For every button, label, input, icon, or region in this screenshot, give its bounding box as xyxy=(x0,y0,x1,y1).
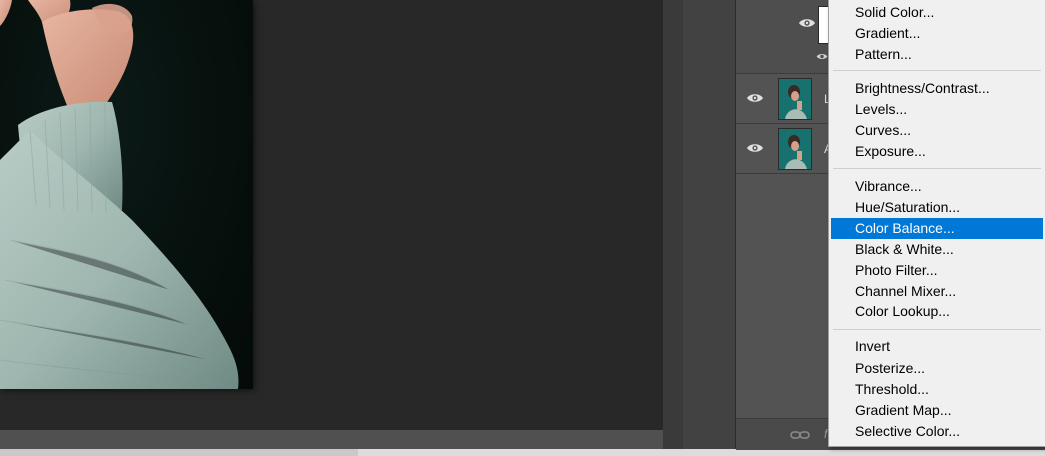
menu-item-pattern[interactable]: Pattern... xyxy=(831,44,1043,65)
menu-item-invert[interactable]: Invert xyxy=(831,336,1043,357)
menu-item-curves[interactable]: Curves... xyxy=(831,120,1043,141)
menu-item-hue-saturation[interactable]: Hue/Saturation... xyxy=(831,197,1043,218)
canvas-photo xyxy=(0,0,253,389)
menu-item-exposure[interactable]: Exposure... xyxy=(831,141,1043,162)
menu-item-gradient-map[interactable]: Gradient Map... xyxy=(831,400,1043,421)
eye-icon[interactable] xyxy=(816,52,828,61)
fx-icon[interactable]: f xyxy=(824,427,827,441)
menu-item-levels[interactable]: Levels... xyxy=(831,99,1043,120)
status-strip-segment xyxy=(0,449,358,456)
menu-item-color-lookup[interactable]: Color Lookup... xyxy=(831,301,1043,322)
eye-icon[interactable] xyxy=(746,92,764,104)
eye-icon[interactable] xyxy=(798,17,816,29)
vertical-scrollbar[interactable] xyxy=(663,0,683,449)
document-canvas[interactable] xyxy=(0,0,663,430)
adjustment-layer-menu: Solid Color... Gradient... Pattern... Br… xyxy=(828,0,1045,447)
link-layers-icon[interactable] xyxy=(790,428,810,440)
menu-separator xyxy=(833,70,1041,71)
panel-dock-gap xyxy=(683,0,736,449)
layer-thumbnail[interactable] xyxy=(778,128,812,170)
menu-item-brightness-contrast[interactable]: Brightness/Contrast... xyxy=(831,78,1043,99)
menu-item-vibrance[interactable]: Vibrance... xyxy=(831,176,1043,197)
eye-icon[interactable] xyxy=(746,142,764,154)
status-strip xyxy=(0,449,1045,456)
menu-item-posterize[interactable]: Posterize... xyxy=(831,358,1043,379)
menu-item-color-balance[interactable]: Color Balance... xyxy=(831,218,1043,239)
menu-item-solid-color[interactable]: Solid Color... xyxy=(831,2,1043,23)
menu-separator xyxy=(833,329,1041,330)
menu-item-threshold[interactable]: Threshold... xyxy=(831,379,1043,400)
layer-thumbnail[interactable] xyxy=(778,78,812,120)
photo-artwork xyxy=(0,0,239,389)
menu-item-gradient[interactable]: Gradient... xyxy=(831,23,1043,44)
menu-item-channel-mixer[interactable]: Channel Mixer... xyxy=(831,281,1043,302)
menu-separator xyxy=(833,168,1041,169)
horizontal-scrollbar-thumb[interactable] xyxy=(0,430,663,449)
menu-item-photo-filter[interactable]: Photo Filter... xyxy=(831,260,1043,281)
menu-item-black-white[interactable]: Black & White... xyxy=(831,239,1043,260)
menu-item-selective-color[interactable]: Selective Color... xyxy=(831,421,1043,442)
